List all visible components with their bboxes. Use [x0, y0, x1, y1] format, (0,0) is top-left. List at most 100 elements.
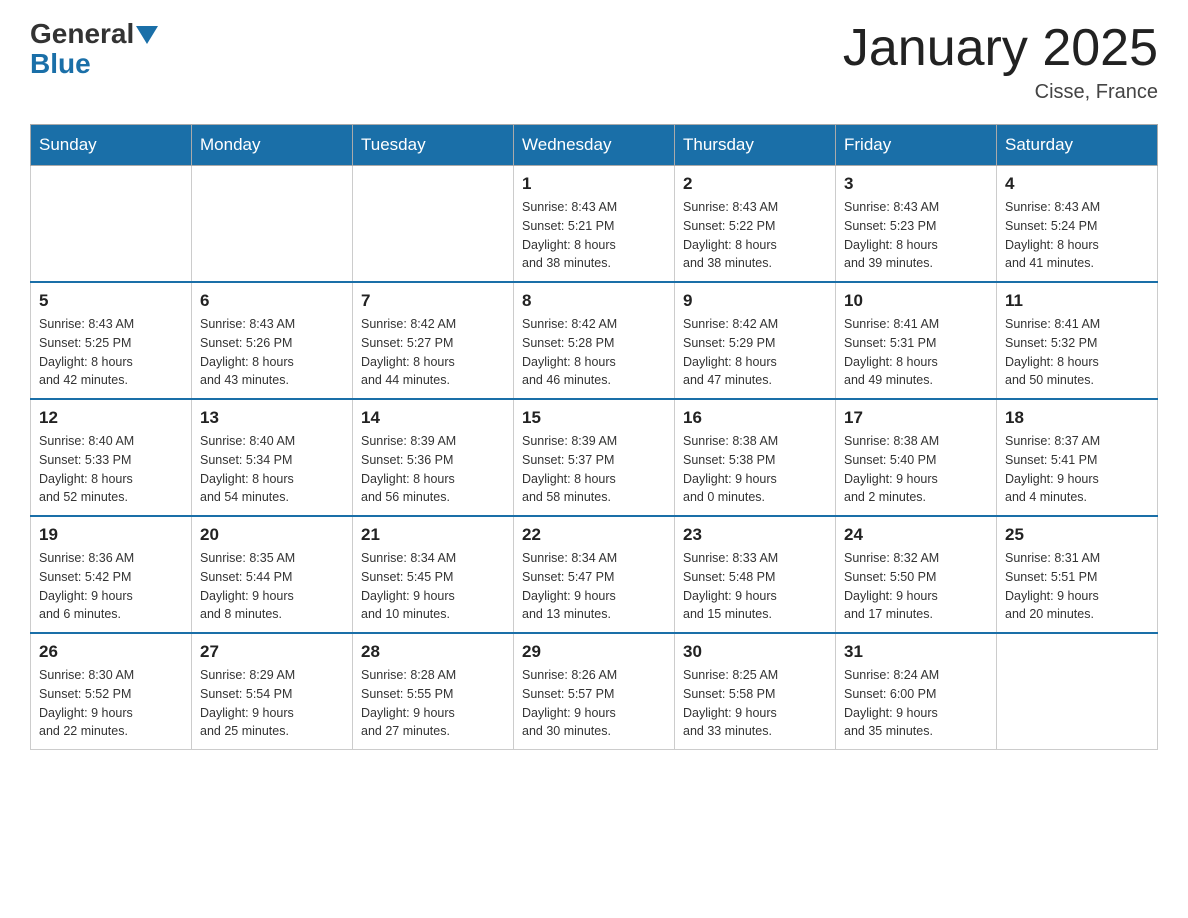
- calendar-week-2: 5Sunrise: 8:43 AM Sunset: 5:25 PM Daylig…: [31, 282, 1158, 399]
- calendar-cell: 15 Sunrise: 8:39 AM Sunset: 5:37 PM Dayli…: [514, 399, 675, 516]
- day-info: Sunrise: 8:29 AM Sunset: 5:54 PM Dayligh…: [200, 666, 344, 741]
- calendar-cell: 12Sunrise: 8:40 AM Sunset: 5:33 PM Dayli…: [31, 399, 192, 516]
- day-info: Sunrise: 8:41 AM Sunset: 5:31 PM Dayligh…: [844, 315, 988, 390]
- day-number: 6: [200, 291, 344, 311]
- day-number: 7: [361, 291, 505, 311]
- day-info: Sunrise: 8:33 AM Sunset: 5:48 PM Dayligh…: [683, 549, 827, 624]
- calendar-cell: 10 Sunrise: 8:41 AM Sunset: 5:31 PM Dayli…: [836, 282, 997, 399]
- calendar-cell: 8Sunrise: 8:42 AM Sunset: 5:28 PM Daylig…: [514, 282, 675, 399]
- calendar-cell: [997, 633, 1158, 750]
- calendar-cell: 4 Sunrise: 8:43 AM Sunset: 5:24 PM Daylig…: [997, 166, 1158, 283]
- day-number: 14: [361, 408, 505, 428]
- day-info: Sunrise: 8:43 AM Sunset: 5:22 PM Dayligh…: [683, 198, 827, 273]
- day-number: 19: [39, 525, 183, 545]
- day-info: Sunrise: 8:24 AM Sunset: 6:00 PM Dayligh…: [844, 666, 988, 741]
- day-info: Sunrise: 8:43 AM Sunset: 5:23 PM Dayligh…: [844, 198, 988, 273]
- calendar-week-3: 12Sunrise: 8:40 AM Sunset: 5:33 PM Dayli…: [31, 399, 1158, 516]
- calendar-cell: 16Sunrise: 8:38 AM Sunset: 5:38 PM Dayli…: [675, 399, 836, 516]
- day-info: Sunrise: 8:25 AM Sunset: 5:58 PM Dayligh…: [683, 666, 827, 741]
- day-info: Sunrise: 8:43 AM Sunset: 5:26 PM Dayligh…: [200, 315, 344, 390]
- day-number: 24: [844, 525, 988, 545]
- day-info: Sunrise: 8:42 AM Sunset: 5:28 PM Dayligh…: [522, 315, 666, 390]
- calendar-cell: 25Sunrise: 8:31 AM Sunset: 5:51 PM Dayli…: [997, 516, 1158, 633]
- day-number: 18: [1005, 408, 1149, 428]
- day-number: 10: [844, 291, 988, 311]
- day-info: Sunrise: 8:39 AM Sunset: 5:36 PM Dayligh…: [361, 432, 505, 507]
- day-info: Sunrise: 8:36 AM Sunset: 5:42 PM Dayligh…: [39, 549, 183, 624]
- calendar-day-header-thursday: Thursday: [675, 125, 836, 166]
- day-info: Sunrise: 8:30 AM Sunset: 5:52 PM Dayligh…: [39, 666, 183, 741]
- logo-triangle-icon: [136, 26, 158, 44]
- calendar-week-5: 26 Sunrise: 8:30 AM Sunset: 5:52 PM Dayli…: [31, 633, 1158, 750]
- day-info: Sunrise: 8:26 AM Sunset: 5:57 PM Dayligh…: [522, 666, 666, 741]
- calendar-cell: 11Sunrise: 8:41 AM Sunset: 5:32 PM Dayli…: [997, 282, 1158, 399]
- calendar-cell: 24 Sunrise: 8:32 AM Sunset: 5:50 PM Dayli…: [836, 516, 997, 633]
- calendar-table: SundayMondayTuesdayWednesdayThursdayFrid…: [30, 124, 1158, 750]
- calendar-cell: 21 Sunrise: 8:34 AM Sunset: 5:45 PM Dayli…: [353, 516, 514, 633]
- day-number: 17: [844, 408, 988, 428]
- day-number: 4: [1005, 174, 1149, 194]
- calendar-day-header-sunday: Sunday: [31, 125, 192, 166]
- title-section: January 2025 Cisse, France: [843, 20, 1158, 104]
- calendar-cell: 14 Sunrise: 8:39 AM Sunset: 5:36 PM Dayli…: [353, 399, 514, 516]
- calendar-cell: [192, 166, 353, 283]
- logo-blue: Blue: [30, 48, 91, 80]
- calendar-cell: [353, 166, 514, 283]
- calendar-cell: 31Sunrise: 8:24 AM Sunset: 6:00 PM Dayli…: [836, 633, 997, 750]
- day-number: 3: [844, 174, 988, 194]
- calendar-cell: 1 Sunrise: 8:43 AM Sunset: 5:21 PM Daylig…: [514, 166, 675, 283]
- day-info: Sunrise: 8:34 AM Sunset: 5:47 PM Dayligh…: [522, 549, 666, 624]
- calendar-cell: 30 Sunrise: 8:25 AM Sunset: 5:58 PM Dayli…: [675, 633, 836, 750]
- calendar-day-header-friday: Friday: [836, 125, 997, 166]
- calendar-day-header-tuesday: Tuesday: [353, 125, 514, 166]
- day-number: 20: [200, 525, 344, 545]
- day-number: 13: [200, 408, 344, 428]
- day-info: Sunrise: 8:31 AM Sunset: 5:51 PM Dayligh…: [1005, 549, 1149, 624]
- day-info: Sunrise: 8:38 AM Sunset: 5:40 PM Dayligh…: [844, 432, 988, 507]
- day-number: 16: [683, 408, 827, 428]
- calendar-day-header-wednesday: Wednesday: [514, 125, 675, 166]
- day-number: 9: [683, 291, 827, 311]
- day-number: 30: [683, 642, 827, 662]
- day-number: 1: [522, 174, 666, 194]
- calendar-cell: 13 Sunrise: 8:40 AM Sunset: 5:34 PM Dayli…: [192, 399, 353, 516]
- calendar-header-row: SundayMondayTuesdayWednesdayThursdayFrid…: [31, 125, 1158, 166]
- calendar-day-header-saturday: Saturday: [997, 125, 1158, 166]
- calendar-cell: 26 Sunrise: 8:30 AM Sunset: 5:52 PM Dayli…: [31, 633, 192, 750]
- day-info: Sunrise: 8:32 AM Sunset: 5:50 PM Dayligh…: [844, 549, 988, 624]
- day-info: Sunrise: 8:34 AM Sunset: 5:45 PM Dayligh…: [361, 549, 505, 624]
- day-number: 26: [39, 642, 183, 662]
- month-title: January 2025: [843, 20, 1158, 77]
- calendar-week-1: 1 Sunrise: 8:43 AM Sunset: 5:21 PM Daylig…: [31, 166, 1158, 283]
- calendar-cell: 23 Sunrise: 8:33 AM Sunset: 5:48 PM Dayli…: [675, 516, 836, 633]
- logo-general: General: [30, 20, 134, 48]
- day-info: Sunrise: 8:41 AM Sunset: 5:32 PM Dayligh…: [1005, 315, 1149, 390]
- day-info: Sunrise: 8:35 AM Sunset: 5:44 PM Dayligh…: [200, 549, 344, 624]
- calendar-cell: 3 Sunrise: 8:43 AM Sunset: 5:23 PM Daylig…: [836, 166, 997, 283]
- day-number: 23: [683, 525, 827, 545]
- day-number: 2: [683, 174, 827, 194]
- day-number: 21: [361, 525, 505, 545]
- day-info: Sunrise: 8:28 AM Sunset: 5:55 PM Dayligh…: [361, 666, 505, 741]
- day-info: Sunrise: 8:42 AM Sunset: 5:29 PM Dayligh…: [683, 315, 827, 390]
- page-header: General Blue January 2025 Cisse, France: [30, 20, 1158, 104]
- day-info: Sunrise: 8:37 AM Sunset: 5:41 PM Dayligh…: [1005, 432, 1149, 507]
- day-number: 15: [522, 408, 666, 428]
- day-info: Sunrise: 8:40 AM Sunset: 5:34 PM Dayligh…: [200, 432, 344, 507]
- day-info: Sunrise: 8:43 AM Sunset: 5:21 PM Dayligh…: [522, 198, 666, 273]
- calendar-cell: [31, 166, 192, 283]
- calendar-cell: 17 Sunrise: 8:38 AM Sunset: 5:40 PM Dayli…: [836, 399, 997, 516]
- calendar-cell: 19 Sunrise: 8:36 AM Sunset: 5:42 PM Dayli…: [31, 516, 192, 633]
- calendar-cell: 2 Sunrise: 8:43 AM Sunset: 5:22 PM Daylig…: [675, 166, 836, 283]
- day-info: Sunrise: 8:43 AM Sunset: 5:25 PM Dayligh…: [39, 315, 183, 390]
- calendar-cell: 28Sunrise: 8:28 AM Sunset: 5:55 PM Dayli…: [353, 633, 514, 750]
- calendar-day-header-monday: Monday: [192, 125, 353, 166]
- day-info: Sunrise: 8:42 AM Sunset: 5:27 PM Dayligh…: [361, 315, 505, 390]
- calendar-cell: 9 Sunrise: 8:42 AM Sunset: 5:29 PM Daylig…: [675, 282, 836, 399]
- day-number: 29: [522, 642, 666, 662]
- day-number: 12: [39, 408, 183, 428]
- day-info: Sunrise: 8:39 AM Sunset: 5:37 PM Dayligh…: [522, 432, 666, 507]
- day-number: 22: [522, 525, 666, 545]
- day-info: Sunrise: 8:43 AM Sunset: 5:24 PM Dayligh…: [1005, 198, 1149, 273]
- calendar-cell: 18 Sunrise: 8:37 AM Sunset: 5:41 PM Dayli…: [997, 399, 1158, 516]
